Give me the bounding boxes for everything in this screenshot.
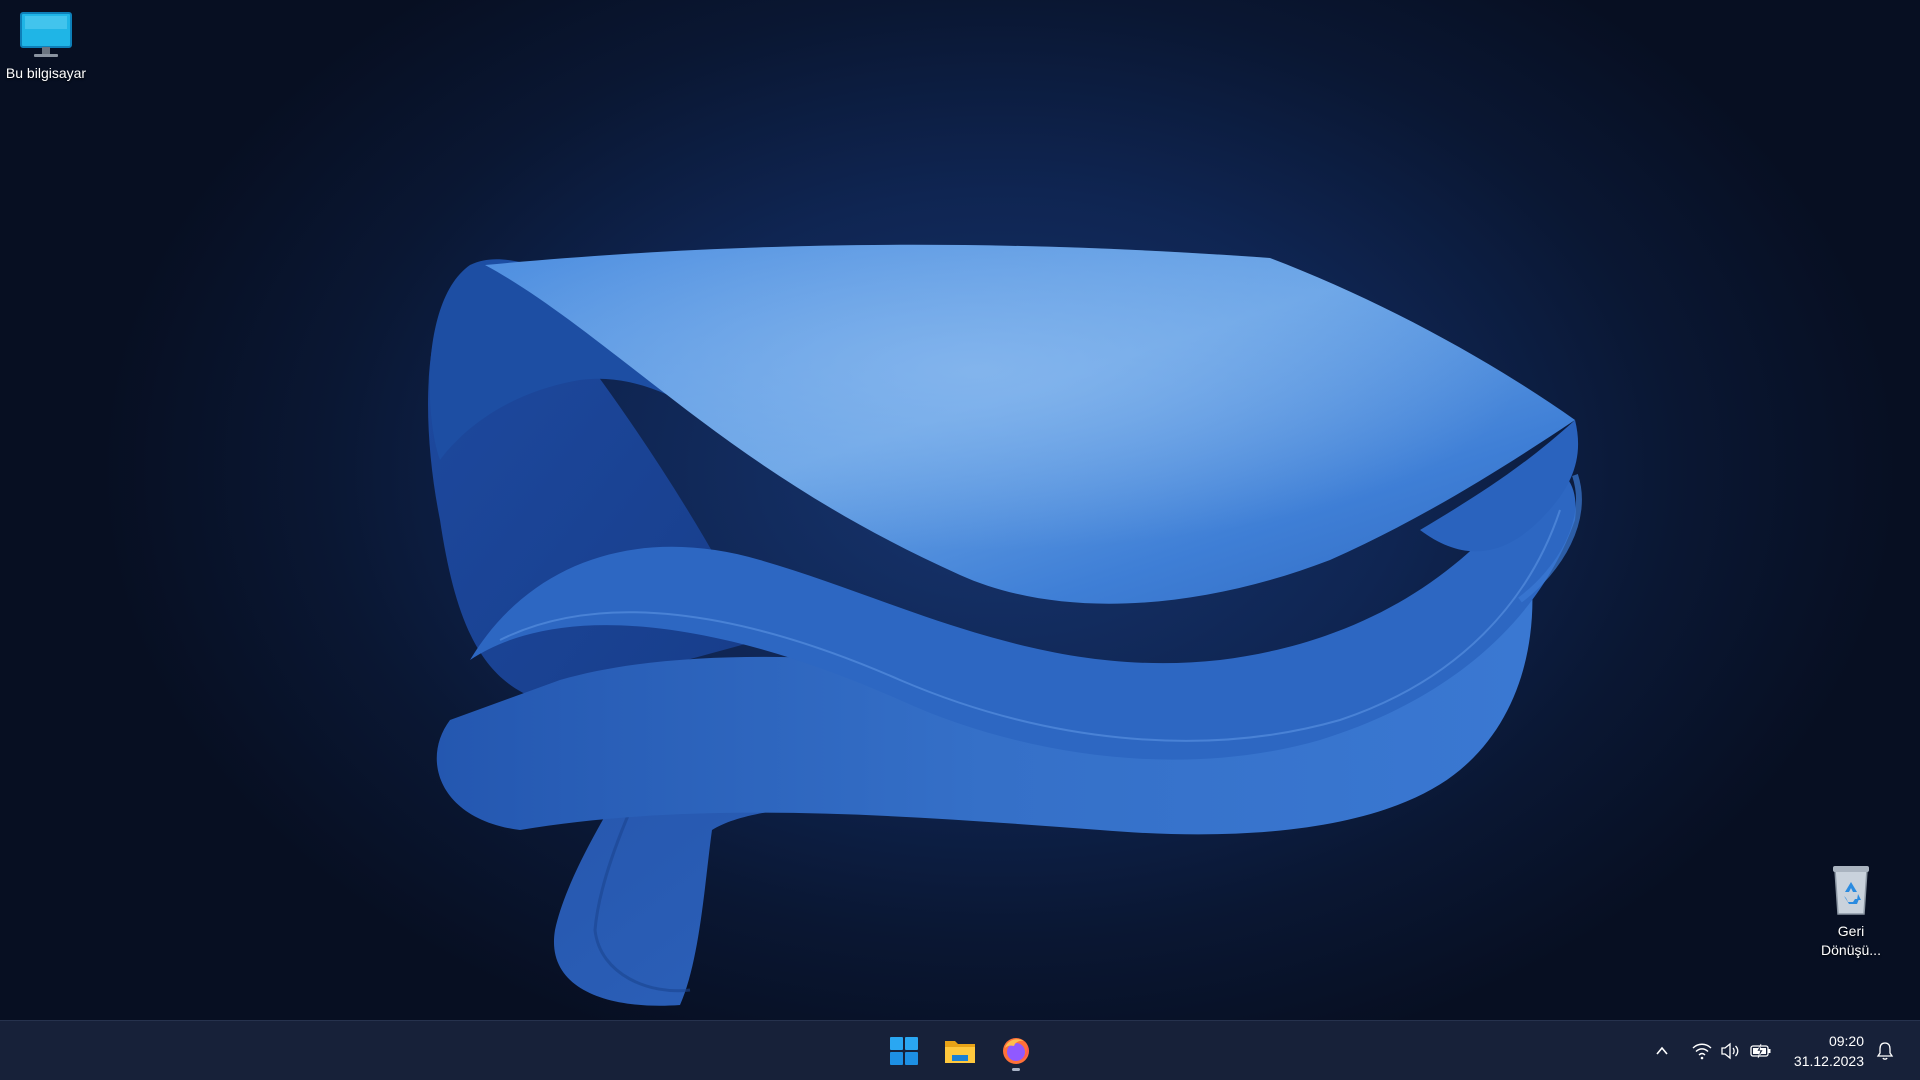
monitor-icon <box>20 12 72 57</box>
desktop: Bu bilgisayar Geri Dönüşü... <box>0 0 1920 1080</box>
chevron-up-icon <box>1656 1046 1668 1055</box>
clock-time: 09:20 <box>1828 1033 1864 1049</box>
firefox-icon <box>1003 1038 1029 1064</box>
start-button[interactable] <box>882 1029 926 1073</box>
volume-button[interactable] <box>1718 1039 1742 1063</box>
battery-button[interactable] <box>1749 1039 1773 1063</box>
desktop-icon-recycle-bin[interactable]: Geri Dönüşü... <box>1806 862 1896 960</box>
network-button[interactable] <box>1690 1039 1714 1063</box>
recycle-bin-icon <box>1833 866 1869 915</box>
folder-icon <box>945 1041 975 1063</box>
notification-bell-icon <box>1876 1042 1894 1060</box>
desktop-icon-this-pc[interactable]: Bu bilgisayar <box>1 10 91 83</box>
clock-date: 31.12.2023 <box>1793 1053 1864 1069</box>
show-hidden-icons-button[interactable] <box>1650 1039 1674 1063</box>
clock[interactable]: 09:20 31.12.2023 <box>1784 1031 1864 1071</box>
desktop-icon-label: Geri Dönüşü... <box>1821 923 1881 958</box>
battery-charging-icon <box>1750 1043 1771 1059</box>
notifications-button[interactable] <box>1873 1039 1897 1063</box>
file-explorer-button[interactable] <box>938 1029 982 1073</box>
taskbar: 09:20 31.12.2023 <box>0 1020 1920 1080</box>
wifi-icon <box>1692 1043 1712 1060</box>
firefox-button[interactable] <box>994 1029 1038 1073</box>
windows-start-icon <box>890 1037 918 1065</box>
bloom-wallpaper <box>428 244 1582 1006</box>
desktop-icon-label: Bu bilgisayar <box>5 65 87 81</box>
volume-icon <box>1721 1042 1739 1060</box>
running-indicator <box>1012 1068 1020 1071</box>
